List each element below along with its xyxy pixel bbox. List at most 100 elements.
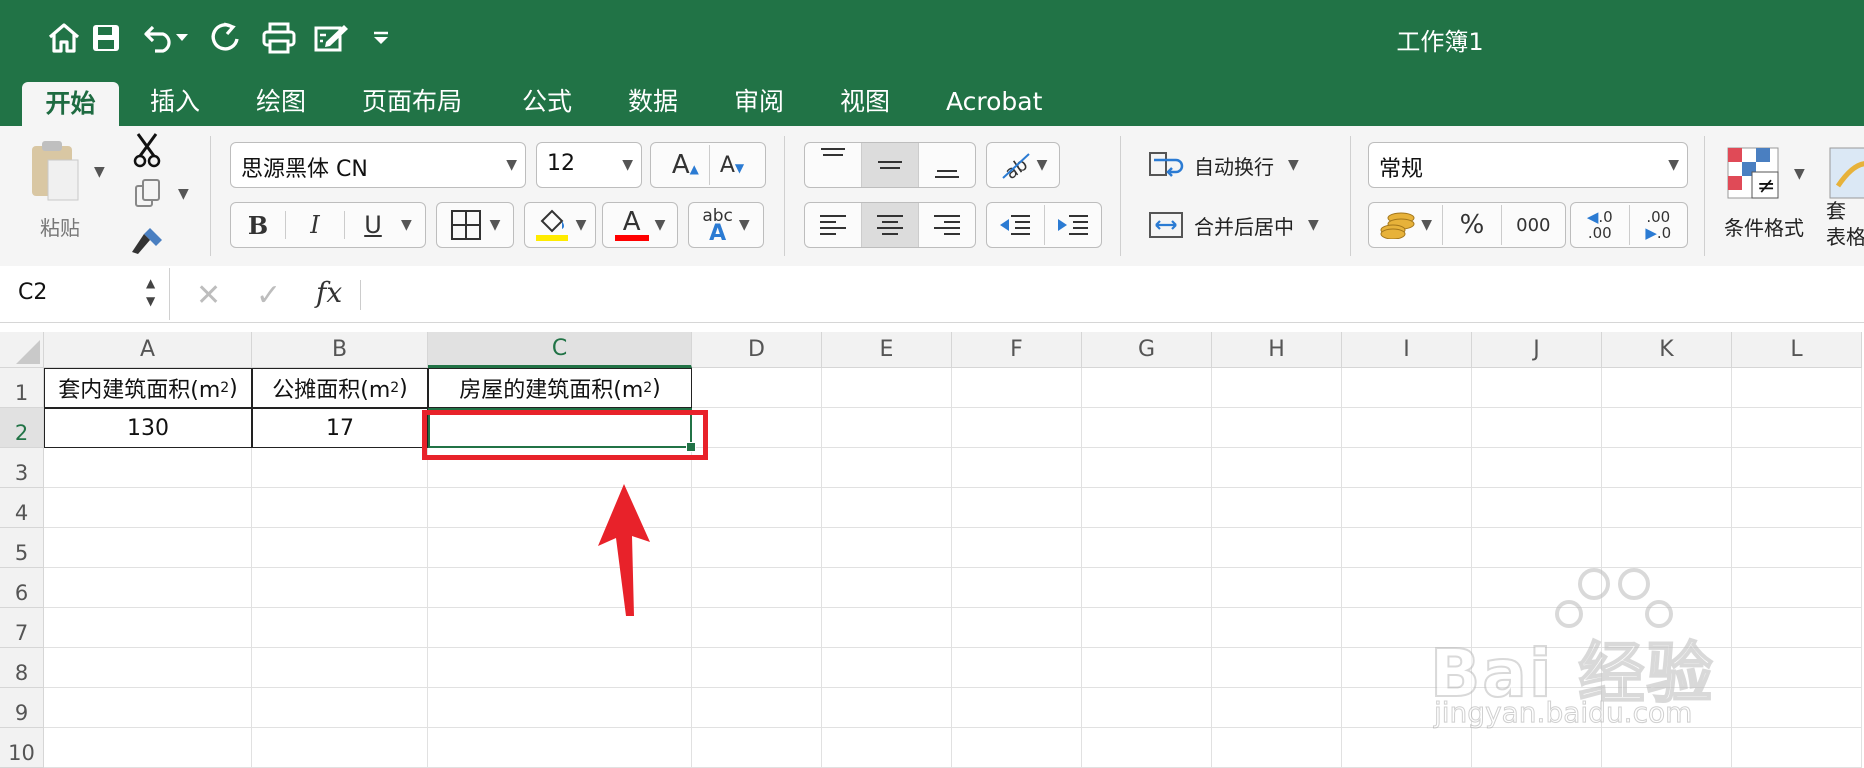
cell-j9[interactable] xyxy=(1472,688,1602,728)
row-header-6[interactable]: 6 xyxy=(0,568,44,608)
column-header-g[interactable]: G xyxy=(1082,332,1212,368)
paste-button[interactable] xyxy=(28,138,82,202)
column-header-a[interactable]: A xyxy=(44,332,252,368)
tab-data[interactable]: 数据 xyxy=(628,84,678,120)
align-left-icon[interactable] xyxy=(805,203,861,247)
cell-f4[interactable] xyxy=(952,488,1082,528)
cell-j2[interactable] xyxy=(1472,408,1602,448)
cell-g8[interactable] xyxy=(1082,648,1212,688)
copy-icon[interactable] xyxy=(134,178,162,214)
tab-home[interactable]: 开始 xyxy=(22,82,119,126)
phonetic-button[interactable]: abc A ▼ xyxy=(688,202,764,248)
cell-k4[interactable] xyxy=(1602,488,1732,528)
column-header-j[interactable]: J xyxy=(1472,332,1602,368)
cell-h2[interactable] xyxy=(1212,408,1342,448)
cell-a8[interactable] xyxy=(44,648,252,688)
font-color-button[interactable]: A ▼ xyxy=(602,202,678,248)
cell-a3[interactable] xyxy=(44,448,252,488)
align-top-icon[interactable] xyxy=(805,143,861,187)
cell-d6[interactable] xyxy=(692,568,822,608)
fill-color-button[interactable]: ▼ xyxy=(524,202,596,248)
cell-h10[interactable] xyxy=(1212,728,1342,768)
column-header-d[interactable]: D xyxy=(692,332,822,368)
confirm-icon[interactable]: ✓ xyxy=(256,278,281,313)
column-header-c[interactable]: C xyxy=(428,332,692,368)
row-header-7[interactable]: 7 xyxy=(0,608,44,648)
cell-b1[interactable]: 公摊面积(m 2) xyxy=(252,368,428,408)
cell-l3[interactable] xyxy=(1732,448,1862,488)
increase-indent-icon[interactable] xyxy=(1045,214,1102,236)
increase-decimal-button[interactable]: ◀.0 .00 xyxy=(1571,209,1629,241)
cell-i7[interactable] xyxy=(1342,608,1472,648)
cell-i10[interactable] xyxy=(1342,728,1472,768)
align-center-icon[interactable] xyxy=(861,203,919,247)
cell-j1[interactable] xyxy=(1472,368,1602,408)
bold-button[interactable]: B xyxy=(231,211,285,240)
tab-formulas[interactable]: 公式 xyxy=(522,84,572,120)
cell-k9[interactable] xyxy=(1602,688,1732,728)
cell-h1[interactable] xyxy=(1212,368,1342,408)
cell-a2[interactable]: 130 xyxy=(44,408,252,448)
cell-k8[interactable] xyxy=(1602,648,1732,688)
cell-i1[interactable] xyxy=(1342,368,1472,408)
row-header-8[interactable]: 8 xyxy=(0,648,44,688)
cell-f1[interactable] xyxy=(952,368,1082,408)
edit-form-icon[interactable] xyxy=(312,18,352,58)
conditional-format-button[interactable]: ≠ xyxy=(1726,146,1782,208)
cell-k7[interactable] xyxy=(1602,608,1732,648)
underline-button[interactable]: U xyxy=(344,211,401,239)
cell-i2[interactable] xyxy=(1342,408,1472,448)
cell-b5[interactable] xyxy=(252,528,428,568)
cell-k10[interactable] xyxy=(1602,728,1732,768)
cell-i4[interactable] xyxy=(1342,488,1472,528)
cell-a6[interactable] xyxy=(44,568,252,608)
name-box[interactable]: C2 ▲ ▼ xyxy=(0,268,170,320)
column-header-i[interactable]: I xyxy=(1342,332,1472,368)
cell-e7[interactable] xyxy=(822,608,952,648)
home-icon[interactable] xyxy=(44,18,84,58)
cell-a5[interactable] xyxy=(44,528,252,568)
cell-d1[interactable] xyxy=(692,368,822,408)
select-all-corner[interactable] xyxy=(0,332,44,368)
cell-e5[interactable] xyxy=(822,528,952,568)
cell-b8[interactable] xyxy=(252,648,428,688)
borders-button[interactable]: ▼ xyxy=(436,202,514,248)
cell-j5[interactable] xyxy=(1472,528,1602,568)
cell-k6[interactable] xyxy=(1602,568,1732,608)
cell-a4[interactable] xyxy=(44,488,252,528)
undo-dropdown-icon[interactable] xyxy=(172,18,192,58)
cell-e1[interactable] xyxy=(822,368,952,408)
customize-toolbar-icon[interactable] xyxy=(366,18,396,58)
paste-dropdown-icon[interactable]: ▼ xyxy=(94,164,105,180)
align-right-icon[interactable] xyxy=(919,203,975,247)
decrease-font-size-icon[interactable]: A▼ xyxy=(720,153,744,178)
cell-b3[interactable] xyxy=(252,448,428,488)
cell-h7[interactable] xyxy=(1212,608,1342,648)
cell-h3[interactable] xyxy=(1212,448,1342,488)
redo-icon[interactable] xyxy=(206,18,246,58)
thousands-separator-button[interactable]: 000 xyxy=(1502,215,1565,236)
cell-j8[interactable] xyxy=(1472,648,1602,688)
cell-l8[interactable] xyxy=(1732,648,1862,688)
cell-g2[interactable] xyxy=(1082,408,1212,448)
align-middle-icon[interactable] xyxy=(861,143,919,187)
tab-acrobat[interactable]: Acrobat xyxy=(946,84,1042,120)
cell-a1[interactable]: 套内建筑面积(m 2) xyxy=(44,368,252,408)
cell-h6[interactable] xyxy=(1212,568,1342,608)
cell-h5[interactable] xyxy=(1212,528,1342,568)
cell-i8[interactable] xyxy=(1342,648,1472,688)
cell-l9[interactable] xyxy=(1732,688,1862,728)
number-format-select[interactable]: 常规 ▼ xyxy=(1368,142,1688,188)
cell-g5[interactable] xyxy=(1082,528,1212,568)
column-header-k[interactable]: K xyxy=(1602,332,1732,368)
decrease-decimal-button[interactable]: .00 ▶.0 xyxy=(1630,209,1688,241)
tab-view[interactable]: 视图 xyxy=(840,84,890,120)
increase-font-size-icon[interactable]: A▲ xyxy=(672,150,699,180)
chevron-down-icon[interactable]: ▼ xyxy=(1794,166,1805,182)
accounting-format-button[interactable]: ▼ xyxy=(1369,211,1442,239)
cell-i3[interactable] xyxy=(1342,448,1472,488)
column-header-h[interactable]: H xyxy=(1212,332,1342,368)
cell-i5[interactable] xyxy=(1342,528,1472,568)
cell-l7[interactable] xyxy=(1732,608,1862,648)
copy-dropdown-icon[interactable]: ▼ xyxy=(178,186,189,202)
